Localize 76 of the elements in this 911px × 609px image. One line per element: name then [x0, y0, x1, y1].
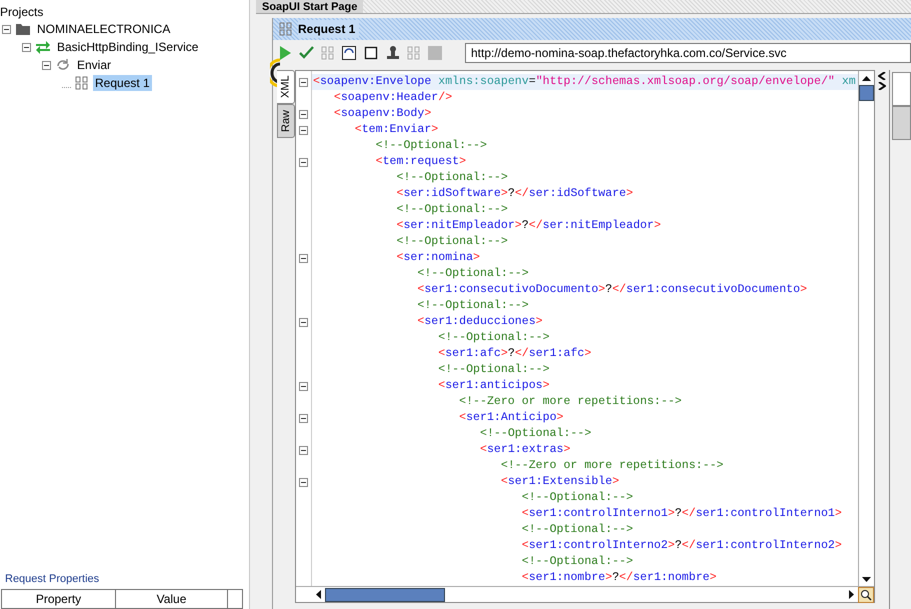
- code-line: <!--Optional:-->: [416, 298, 530, 314]
- collapse-icon[interactable]: [299, 78, 308, 86]
- collapse-icon[interactable]: [299, 126, 308, 134]
- collapse-icon[interactable]: [2, 24, 11, 34]
- vertical-tab[interactable]: XML: [277, 70, 295, 104]
- code-line: <tem:Enviar>: [354, 122, 440, 138]
- column-header[interactable]: Value: [116, 590, 228, 608]
- window-icon[interactable]: [341, 45, 357, 61]
- vertical-scrollbar[interactable]: [858, 71, 874, 586]
- code-line: <ser:nitEmpleador>?</ser:nitEmpleador>: [396, 218, 662, 234]
- collapse-left-icon[interactable]: [878, 72, 886, 80]
- code-line: <soapenv:Header/>: [332, 90, 454, 106]
- scrollbar-thumb[interactable]: [859, 85, 874, 101]
- code-line: <ser1:nombre>?</ser1:nombre>: [520, 570, 718, 586]
- collapse-icon[interactable]: [299, 110, 308, 118]
- code-line: <!--Zero or more repetitions:-->: [458, 394, 683, 410]
- folder-icon: [15, 22, 31, 36]
- code-line: <!--Optional:-->: [396, 202, 509, 218]
- tree-item[interactable]: Enviar: [75, 57, 114, 73]
- vertical-tab[interactable]: Raw: [277, 104, 295, 138]
- expand-right-icon[interactable]: [878, 82, 886, 90]
- tree-item[interactable]: BasicHttpBinding_IService: [55, 39, 200, 55]
- collapse-icon[interactable]: [299, 414, 308, 422]
- code-line: <ser1:Extensible>: [500, 474, 620, 490]
- panel-title: Request Properties: [4, 572, 100, 587]
- collapse-icon[interactable]: [42, 60, 51, 70]
- collapse-icon[interactable]: [299, 446, 308, 454]
- code-line: <tem:request>: [374, 154, 468, 170]
- code-line: <!--Optional:-->: [374, 138, 488, 154]
- code-line: <!--Zero or more repetitions:-->: [500, 458, 724, 474]
- code-line: <ser1:consecutivoDocumento>?</ser1:consecutivoDocumento>: [416, 282, 808, 298]
- right-arrow-icon[interactable]: [849, 590, 854, 599]
- scrollbar-thumb[interactable]: [325, 588, 445, 602]
- panel-title: Projects: [0, 4, 44, 20]
- tab[interactable]: SoapUI Start Page: [256, 0, 364, 13]
- column-header[interactable]: Property: [2, 590, 116, 608]
- code-line: <ser1:Anticipo>: [458, 410, 564, 426]
- code-line: <ser1:afc>?</ser1:afc>: [437, 346, 592, 362]
- logo-fragment: [270, 58, 282, 88]
- collapse-icon[interactable]: [299, 254, 308, 262]
- code-line: <!--Optional:-->: [520, 490, 634, 506]
- tree-item[interactable]: Request 1: [93, 75, 152, 91]
- collapse-icon[interactable]: [299, 382, 308, 390]
- code-line: <ser1:controlInterno2>?</ser1:controlInterno2>: [520, 538, 843, 554]
- swap-arrows-icon: [35, 40, 51, 54]
- url-field[interactable]: http://demo-nomina-soap.thefactoryhka.com.co/Service.svc: [465, 43, 911, 63]
- code-line: <!--Optional:-->: [396, 234, 509, 250]
- square-icon[interactable]: [363, 45, 379, 61]
- code-line: <ser1:controlInterno1>?</ser1:controlInterno1>: [520, 506, 843, 522]
- code-line: <!--Optional:-->: [437, 362, 551, 378]
- tree-item[interactable]: NOMINAELECTRONICA: [35, 21, 172, 37]
- code-line: <ser1:anticipos>: [437, 378, 551, 394]
- code-line: <soapenv:Body>: [332, 106, 432, 122]
- zoom-icon[interactable]: [858, 587, 874, 603]
- collapse-icon[interactable]: [22, 42, 31, 52]
- left-arrow-icon[interactable]: [316, 590, 321, 599]
- code-line: <!--Optional:-->: [396, 170, 509, 186]
- stamp-icon[interactable]: [385, 45, 401, 61]
- code-line: <!--Optional:-->: [520, 522, 634, 538]
- code-line: <!--Optional:-->: [520, 554, 634, 570]
- code-line: <ser:nomina>: [396, 250, 482, 266]
- code-line: <!--Optional:-->: [437, 330, 551, 346]
- check-icon[interactable]: [299, 45, 315, 61]
- code-line: <ser1:deducciones>: [416, 314, 544, 330]
- collapse-icon[interactable]: [299, 478, 308, 486]
- window-title: Request 1: [298, 20, 360, 38]
- side-tab[interactable]: [892, 72, 911, 106]
- code-line: <!--Optional:-->: [416, 266, 530, 282]
- code-line: <ser:idSoftware>?</ser:idSoftware>: [396, 186, 634, 202]
- collapse-icon[interactable]: [299, 318, 308, 326]
- down-arrow-icon[interactable]: [862, 576, 871, 582]
- code-line: <!--Optional:-->: [478, 426, 592, 442]
- refresh-icon: [55, 58, 71, 72]
- up-arrow-icon[interactable]: [862, 76, 871, 80]
- collapse-icon[interactable]: [299, 158, 308, 166]
- code-line: <ser1:extras>: [478, 442, 572, 458]
